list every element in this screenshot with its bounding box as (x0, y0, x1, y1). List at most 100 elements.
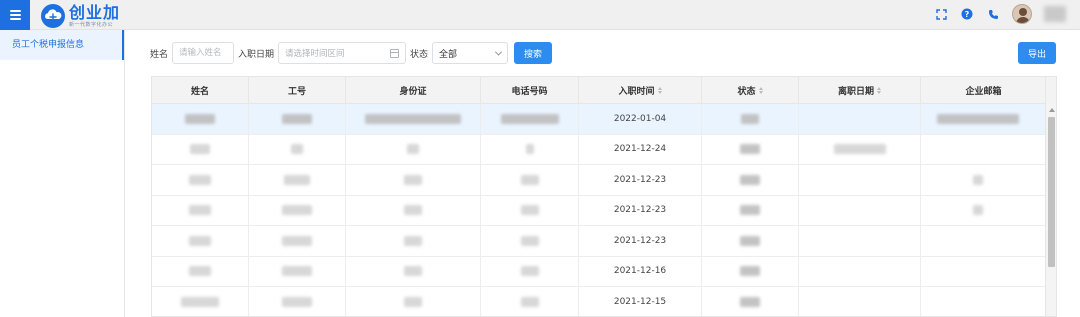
redacted-cell (346, 226, 481, 256)
column-header-leave-date[interactable]: 离职日期 (799, 77, 921, 103)
user-name-redacted[interactable] (1044, 6, 1066, 22)
app-logo[interactable]: 创业加 新一代数字化办公 (40, 3, 120, 29)
table-row[interactable]: 2021-12-23 (152, 226, 1056, 257)
hire-date-value: 2021-12-15 (613, 296, 667, 307)
redacted-cell (249, 287, 346, 316)
redacted-value (404, 174, 422, 185)
sort-icon[interactable] (877, 86, 881, 94)
hire-date-value: 2021-12-23 (613, 235, 667, 246)
redacted-value (520, 235, 539, 246)
redacted-cell (481, 104, 579, 134)
hire-date-label: 入职日期 (238, 49, 275, 60)
redacted-value (282, 113, 312, 124)
redacted-cell (481, 195, 579, 225)
redacted-value (282, 296, 312, 307)
redacted-value (525, 144, 534, 155)
redacted-value (500, 113, 559, 124)
redacted-cell (702, 287, 799, 316)
redacted-cell (799, 256, 921, 286)
table-row[interactable]: 2021-12-23 (152, 165, 1056, 196)
fullscreen-icon[interactable] (934, 7, 948, 21)
redacted-cell (921, 165, 1035, 195)
redacted-value (404, 235, 422, 246)
redacted-cell (249, 256, 346, 286)
redacted-value (189, 266, 211, 277)
redacted-cell (702, 134, 799, 164)
redacted-cell (921, 226, 1035, 256)
table-row[interactable]: 2021-12-15 (152, 287, 1056, 316)
name-label: 姓名 (150, 49, 169, 60)
table-scrollbar[interactable] (1045, 104, 1056, 316)
redacted-value (520, 205, 539, 216)
scroll-up-arrow-icon[interactable] (1049, 108, 1055, 112)
column-header-email: 企业邮箱 (965, 86, 1002, 97)
redacted-value (520, 174, 539, 185)
table-row[interactable]: 2021-12-16 (152, 256, 1056, 287)
sort-icon[interactable] (758, 86, 763, 94)
hire-date-range-picker[interactable]: 请选择时间区间 (278, 42, 407, 64)
redacted-value (282, 235, 312, 246)
redacted-value (189, 235, 211, 246)
redacted-cell (481, 226, 579, 256)
redacted-value (740, 174, 760, 185)
redacted-cell (346, 256, 481, 286)
redacted-cell (702, 165, 799, 195)
redacted-cell (799, 195, 921, 225)
phone-icon[interactable] (986, 7, 1000, 21)
table-body: 2022-01-04 2021-12-24 2021-12-23 2021-12-23… (152, 104, 1056, 316)
redacted-cell (921, 196, 1035, 226)
redacted-cell (921, 287, 1035, 316)
cloud-logo-icon (41, 4, 65, 28)
table-row[interactable]: 2021-12-24 (152, 134, 1056, 165)
redacted-cell (702, 226, 799, 256)
hire-date-cell: 2021-12-23 (579, 195, 702, 225)
hire-date-cell: 2021-12-15 (579, 287, 702, 316)
column-header-employee-id: 工号 (249, 77, 346, 103)
export-button[interactable]: 导出 (1018, 42, 1056, 64)
redacted-value (190, 144, 210, 155)
sort-icon[interactable] (657, 86, 662, 94)
redacted-value (741, 113, 759, 124)
sidebar-item-tax-info[interactable]: 员工个税申报信息 (0, 30, 124, 60)
scrollbar-thumb[interactable] (1048, 117, 1055, 267)
employee-table: 姓名 工号 身份证 电话号码 入职时间 状态 离职日期 企业邮箱 2022-01… (151, 76, 1057, 317)
redacted-value (185, 113, 215, 124)
sidebar: 员工个税申报信息 (0, 30, 125, 317)
hire-date-value: 2021-12-16 (613, 266, 667, 277)
table-row[interactable]: 2022-01-04 (152, 104, 1056, 135)
redacted-cell (249, 134, 346, 164)
menu-toggle-button[interactable] (0, 0, 30, 30)
redacted-value (282, 205, 312, 216)
name-input[interactable] (172, 42, 235, 64)
redacted-value (740, 144, 760, 155)
redacted-cell (346, 134, 481, 164)
status-label: 状态 (410, 49, 429, 60)
redacted-cell (799, 134, 921, 164)
redacted-cell (249, 195, 346, 225)
column-header-phone: 电话号码 (481, 77, 579, 103)
table-row[interactable]: 2021-12-23 (152, 195, 1056, 226)
column-header-name: 姓名 (152, 77, 249, 103)
column-header-hire-date[interactable]: 入职时间 (579, 77, 702, 103)
redacted-cell (346, 287, 481, 316)
redacted-cell (921, 104, 1035, 134)
svg-text:?: ? (965, 10, 970, 19)
user-avatar[interactable] (1012, 4, 1032, 24)
redacted-value (404, 266, 422, 277)
redacted-value (937, 113, 1019, 124)
status-select[interactable]: 全部 (432, 42, 509, 64)
redacted-cell (481, 287, 579, 316)
logo-title: 创业加 (69, 2, 121, 22)
redacted-value (740, 296, 760, 307)
redacted-value (282, 266, 312, 277)
search-button[interactable]: 搜索 (514, 42, 553, 64)
column-header-status[interactable]: 状态 (702, 77, 799, 103)
help-icon[interactable]: ? (960, 7, 974, 21)
redacted-cell (249, 165, 346, 195)
table-header: 姓名 工号 身份证 电话号码 入职时间 状态 离职日期 企业邮箱 (152, 77, 1056, 104)
redacted-cell (481, 256, 579, 286)
redacted-value (181, 296, 219, 307)
redacted-cell (249, 226, 346, 256)
hire-date-placeholder: 请选择时间区间 (285, 49, 345, 59)
redacted-cell (702, 104, 799, 134)
